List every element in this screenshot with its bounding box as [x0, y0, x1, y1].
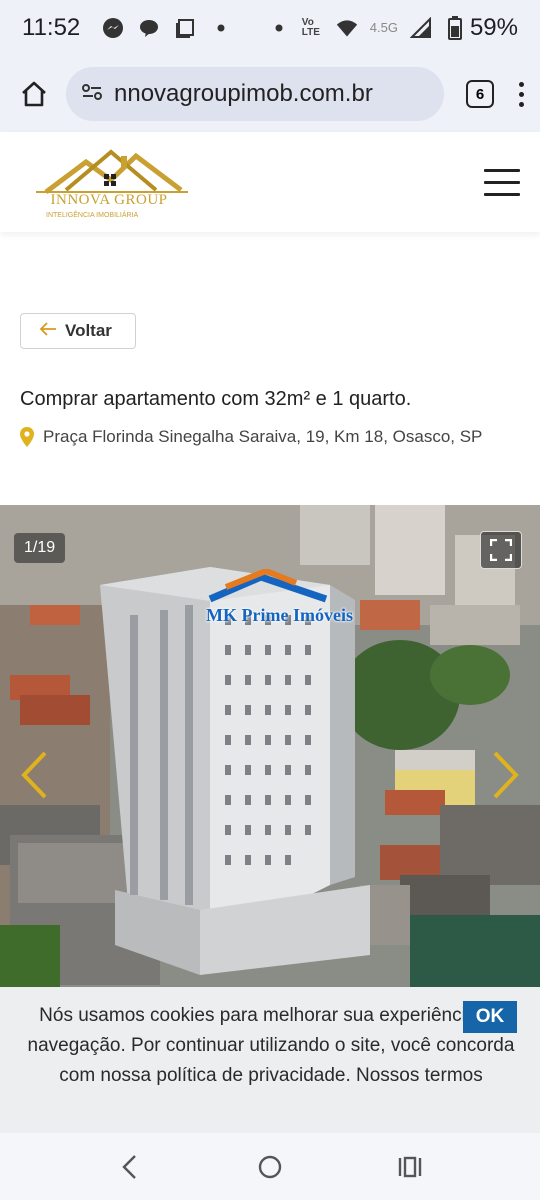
system-status-icons: Vo LTE 4.5G 59% [268, 14, 518, 42]
nav-home-button[interactable] [250, 1147, 290, 1187]
page-title: Comprar apartamento com 32m² e 1 quarto. [20, 388, 412, 410]
location-pin-icon [20, 427, 34, 447]
home-icon [22, 81, 46, 107]
photo-gallery[interactable]: MK Prime Imóveis 1/19 [0, 505, 540, 987]
property-address: Praça Florinda Sinegalha Saraiva, 19, Km… [20, 427, 482, 447]
dot-icon [210, 17, 232, 39]
fullscreen-button[interactable] [480, 531, 522, 569]
gallery-next-button[interactable] [486, 745, 526, 805]
dot-icon [268, 17, 290, 39]
house-logo-icon [36, 149, 188, 194]
site-settings-icon[interactable] [80, 80, 104, 109]
browser-home-button[interactable] [14, 74, 54, 114]
browser-menu-icon[interactable] [516, 81, 526, 107]
status-time: 11:52 [22, 14, 81, 41]
cookie-ok-button[interactable]: OK [463, 1001, 517, 1033]
status-bar: 11:52 Vo LTE 4.5G 59% [0, 0, 540, 56]
watermark-logo: MK Prime Imóveis [206, 569, 353, 629]
gallery-prev-button[interactable] [14, 745, 54, 805]
watermark-text: MK Prime Imóveis [206, 605, 353, 625]
cookie-text: Nós usamos cookies para melhorar sua exp… [27, 1005, 515, 1086]
logo-subtitle: INTELIGÊNCIA IMOBILIÁRIA [46, 212, 139, 219]
photo-counter: 1/19 [14, 533, 66, 563]
recents-icon [398, 1156, 422, 1177]
volte-indicator: Vo LTE [301, 17, 320, 38]
wifi-icon [336, 17, 358, 39]
site-header: INNOVA GROUP INTELIGÊNCIA IMOBILIÁRIA [0, 132, 540, 232]
innova-logo[interactable]: INNOVA GROUP INTELIGÊNCIA IMOBILIÁRIA [26, 142, 196, 222]
system-nav-bar [0, 1133, 540, 1200]
logo-title: INNOVA GROUP [50, 192, 168, 208]
nav-back-button[interactable] [110, 1147, 150, 1187]
chat-icon [138, 17, 160, 39]
copy-icon [174, 17, 196, 39]
home-circle-icon [258, 1155, 282, 1178]
notification-icons [102, 17, 232, 39]
battery-icon [444, 16, 466, 40]
chevron-right-icon [493, 751, 519, 799]
nav-recents-button[interactable] [390, 1147, 430, 1187]
back-button[interactable]: Voltar [20, 313, 136, 349]
messenger-icon [102, 17, 124, 39]
battery-percent: 59% [469, 14, 518, 41]
address-bar[interactable]: nnovagroupimob.com.br [66, 67, 444, 121]
cookie-banner: Nós usamos cookies para melhorar sua exp… [0, 987, 540, 1133]
back-button-label: Voltar [65, 321, 112, 340]
signal-icon [409, 17, 432, 39]
address-text: Praça Florinda Sinegalha Saraiva, 19, Km… [43, 427, 483, 446]
back-icon [122, 1154, 136, 1179]
tab-switcher-button[interactable]: 6 [466, 80, 494, 108]
url-text: nnovagroupimob.com.br [114, 80, 373, 107]
hamburger-menu-icon[interactable] [484, 168, 520, 196]
arrow-left-icon [39, 320, 57, 343]
chevron-left-icon [21, 751, 47, 799]
browser-toolbar: nnovagroupimob.com.br 6 [0, 56, 540, 132]
fullscreen-icon [490, 539, 512, 561]
network-type: 4.5G [369, 20, 398, 35]
